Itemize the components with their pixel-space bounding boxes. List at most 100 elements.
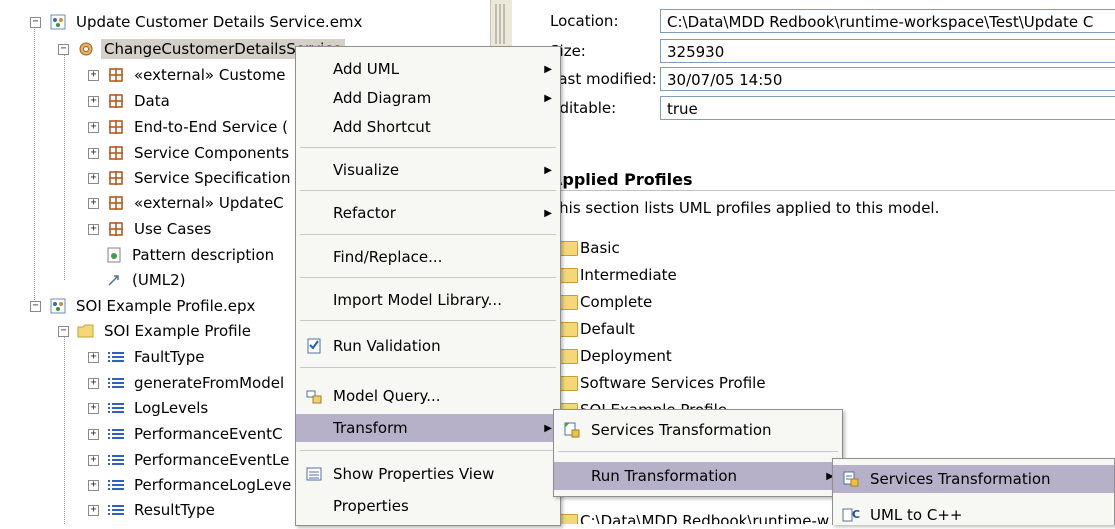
menu-item-transform[interactable]: Transform ▶ bbox=[296, 414, 560, 442]
folder-icon bbox=[560, 375, 578, 391]
enumeration-icon bbox=[107, 501, 125, 519]
menu-item-services-transformation[interactable]: Services Transformation bbox=[554, 416, 842, 444]
expand-toggle[interactable]: + bbox=[88, 121, 99, 133]
tree-item-label: PerformanceLogLeve bbox=[134, 476, 292, 494]
expand-toggle[interactable]: + bbox=[88, 172, 99, 184]
expand-toggle[interactable]: + bbox=[88, 223, 99, 235]
tree-item-label: ResultType bbox=[134, 501, 215, 519]
tree-item-label: Data bbox=[134, 92, 170, 110]
tree-item-package[interactable]: + «external» Custome bbox=[88, 63, 289, 87]
tree-item-label: Pattern description bbox=[132, 246, 275, 264]
expand-toggle[interactable]: + bbox=[88, 377, 99, 389]
menu-item-add-uml[interactable]: Add UML ▶ bbox=[296, 55, 560, 83]
transformation-icon bbox=[562, 420, 582, 440]
menu-item-add-diagram[interactable]: Add Diagram ▶ bbox=[296, 84, 560, 112]
tree-item-enumeration[interactable]: + FaultType bbox=[88, 345, 207, 369]
menu-item-add-shortcut[interactable]: Add Shortcut bbox=[296, 113, 560, 141]
submenu-arrow-icon: ▶ bbox=[544, 422, 552, 434]
menu-item-properties[interactable]: Properties bbox=[296, 492, 560, 520]
tree-item-label: Update Customer Details Service.emx bbox=[76, 13, 363, 31]
tree-item-label: Service Specification bbox=[134, 169, 291, 187]
tree-item-label: Service Components bbox=[134, 144, 290, 162]
tree-item-package[interactable]: + Service Specification bbox=[88, 166, 294, 190]
last-modified-label: Last modified: bbox=[550, 70, 657, 88]
profile-item[interactable]: Complete bbox=[560, 291, 652, 313]
tree-item-enumeration[interactable]: + ResultType bbox=[88, 498, 218, 522]
tree-item-enumeration[interactable]: + PerformanceLogLeve bbox=[88, 473, 294, 497]
menu-item-visualize[interactable]: Visualize ▶ bbox=[296, 156, 560, 184]
expand-toggle[interactable]: + bbox=[88, 504, 99, 516]
location-field[interactable]: C:\Data\MDD Redbook\runtime-workspace\Te… bbox=[660, 9, 1115, 33]
last-modified-field[interactable]: 30/07/05 14:50 bbox=[660, 67, 1115, 91]
enumeration-icon bbox=[107, 399, 125, 417]
menu-item-find-replace[interactable]: Find/Replace... bbox=[296, 243, 560, 271]
collapse-toggle[interactable]: − bbox=[58, 43, 69, 55]
transformation-icon bbox=[841, 469, 861, 489]
uml-cpp-icon: C bbox=[841, 505, 861, 525]
size-field[interactable]: 325930 bbox=[660, 39, 1115, 63]
expand-toggle[interactable]: + bbox=[88, 454, 99, 466]
expand-toggle[interactable]: + bbox=[88, 147, 99, 159]
context-menu: Add UML ▶ Add Diagram ▶ Add Shortcut Visua… bbox=[295, 46, 561, 526]
expand-toggle[interactable]: + bbox=[88, 351, 99, 363]
expand-toggle[interactable]: + bbox=[88, 197, 99, 209]
menu-item-refactor[interactable]: Refactor ▶ bbox=[296, 199, 560, 227]
expand-toggle[interactable]: + bbox=[88, 69, 99, 81]
tree-item-package[interactable]: + «external» UpdateC bbox=[88, 191, 287, 215]
package-icon bbox=[107, 194, 125, 212]
menu-separator bbox=[300, 277, 556, 278]
tree-item-enumeration[interactable]: + PerformanceEventC bbox=[88, 422, 286, 446]
profile-item[interactable]: Default bbox=[560, 318, 635, 340]
tree-item-enumeration[interactable]: + LogLevels bbox=[88, 396, 211, 420]
menu-separator bbox=[300, 234, 556, 235]
tree-item-package[interactable]: + End-to-End Service ( bbox=[88, 115, 291, 139]
tree-item-pattern-description[interactable]: Pattern description bbox=[88, 243, 277, 267]
collapse-toggle[interactable]: − bbox=[30, 16, 41, 28]
menu-item-run-validation[interactable]: Run Validation bbox=[296, 332, 560, 360]
folder-icon bbox=[560, 294, 578, 310]
menu-item-model-query[interactable]: Model Query... bbox=[296, 382, 560, 410]
gear-model-icon bbox=[77, 40, 95, 58]
profile-item[interactable]: Deployment bbox=[560, 345, 672, 367]
tree-item-label: generateFromModel bbox=[134, 374, 285, 392]
collapse-toggle[interactable]: − bbox=[30, 300, 41, 312]
tree-item-package[interactable]: + Data bbox=[88, 89, 173, 113]
profile-item[interactable]: Intermediate bbox=[560, 264, 677, 286]
tree-item-label: «external» UpdateC bbox=[134, 194, 284, 212]
profile-item[interactable]: Software Services Profile bbox=[560, 372, 766, 394]
tree-item-soi-example-profile-epx[interactable]: − SOI Example Profile.epx bbox=[30, 294, 258, 318]
tree-item-label: PerformanceEventLe bbox=[134, 451, 290, 469]
editable-field[interactable]: true bbox=[660, 96, 1115, 120]
expand-toggle[interactable]: + bbox=[88, 95, 99, 107]
tree-item-enumeration[interactable]: + generateFromModel bbox=[88, 371, 287, 395]
folder-icon bbox=[560, 267, 578, 283]
tree-item-soi-example-profile[interactable]: − SOI Example Profile bbox=[58, 319, 254, 343]
menu-separator bbox=[300, 147, 556, 148]
tree-guide-line bbox=[64, 50, 65, 280]
document-icon bbox=[105, 246, 123, 264]
applied-profiles-heading: Applied Profiles bbox=[550, 170, 693, 189]
collapse-toggle[interactable]: − bbox=[58, 325, 69, 337]
menu-item-show-properties-view[interactable]: Show Properties View bbox=[296, 460, 560, 488]
tree-item-package[interactable]: + Use Cases bbox=[88, 217, 214, 241]
expand-toggle[interactable]: + bbox=[88, 402, 99, 414]
tree-item-uml2-link[interactable]: (UML2) bbox=[88, 268, 189, 292]
model-query-icon bbox=[304, 386, 324, 406]
menu-item-run-transformation[interactable]: Run Transformation ▶ bbox=[554, 462, 842, 490]
menu-separator bbox=[558, 451, 838, 452]
applied-profiles-description: This section lists UML profiles applied … bbox=[550, 199, 940, 217]
menu-separator bbox=[300, 320, 556, 321]
profile-item[interactable]: Basic bbox=[560, 237, 620, 259]
menu-item-uml-to-cpp[interactable]: C UML to C++ bbox=[833, 501, 1114, 529]
expand-toggle[interactable]: + bbox=[88, 479, 99, 491]
tree-item-label: PerformanceEventC bbox=[134, 425, 283, 443]
tree-item-update-customer-details-emx[interactable]: − Update Customer Details Service.emx bbox=[30, 10, 365, 34]
tree-item-package[interactable]: + Service Components bbox=[88, 141, 292, 165]
tree-item-label: End-to-End Service ( bbox=[134, 118, 288, 136]
splitter-grip[interactable] bbox=[495, 4, 507, 44]
bottom-path-item[interactable]: C:\Data\MDD Redbook\runtime-w bbox=[560, 510, 829, 524]
menu-item-services-transformation-run[interactable]: Services Transformation bbox=[833, 465, 1114, 493]
menu-item-import-model-library[interactable]: Import Model Library... bbox=[296, 286, 560, 314]
expand-toggle[interactable]: + bbox=[88, 428, 99, 440]
tree-item-enumeration[interactable]: + PerformanceEventLe bbox=[88, 448, 292, 472]
